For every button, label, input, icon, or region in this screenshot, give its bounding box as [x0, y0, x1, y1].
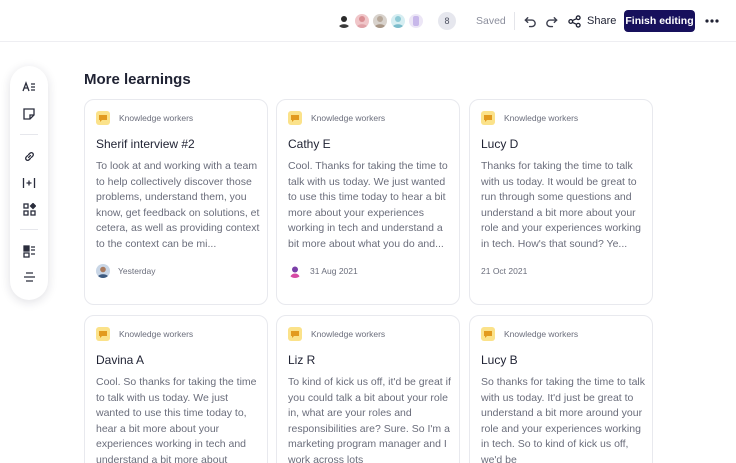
section-title: More learnings	[84, 71, 191, 88]
top-bar: 8 Saved Share Finish editing	[0, 0, 736, 42]
toolbar-divider	[20, 229, 38, 230]
tag-label: Knowledge workers	[119, 329, 194, 339]
card-excerpt: Thanks for taking the time to talk with …	[481, 160, 641, 250]
card-footer: 21 Oct 2021	[481, 263, 527, 279]
card-excerpt: So thanks for taking the time to talk wi…	[481, 376, 646, 463]
divider	[514, 12, 515, 30]
learning-card[interactable]: Knowledge workers Cathy E Cool. Thanks f…	[276, 99, 460, 305]
collaborator-avatar[interactable]	[407, 12, 425, 30]
chat-bubble-icon	[288, 327, 302, 341]
tag-label: Knowledge workers	[119, 113, 194, 123]
share-label: Share	[587, 15, 617, 27]
editor-toolbar	[10, 66, 48, 300]
toolbar-divider	[20, 134, 38, 135]
link-icon[interactable]	[20, 147, 38, 165]
more-options-icon[interactable]	[703, 12, 721, 30]
card-title: Davina A	[96, 353, 145, 367]
tag-label: Knowledge workers	[311, 329, 386, 339]
card-title: Cathy E	[288, 137, 331, 151]
finish-editing-button[interactable]: Finish editing	[624, 10, 695, 32]
tag-label: Knowledge workers	[504, 329, 579, 339]
card-tag: Knowledge workers	[96, 111, 193, 125]
card-title: Lucy B	[481, 353, 518, 367]
tag-label: Knowledge workers	[504, 113, 579, 123]
card-tag: Knowledge workers	[96, 327, 193, 341]
learning-card[interactable]: Knowledge workers Lucy D Thanks for taki…	[469, 99, 653, 305]
card-tag: Knowledge workers	[481, 327, 578, 341]
collaborator-avatar[interactable]	[389, 12, 407, 30]
template-icon[interactable]	[20, 242, 38, 260]
card-date: 21 Oct 2021	[481, 266, 528, 276]
card-tag: Knowledge workers	[288, 111, 385, 125]
chat-bubble-icon	[481, 327, 495, 341]
chat-bubble-icon	[96, 327, 110, 341]
sticky-note-icon[interactable]	[20, 105, 38, 123]
save-status: Saved	[476, 15, 506, 27]
chat-bubble-icon	[481, 111, 495, 125]
undo-icon[interactable]	[521, 12, 539, 30]
card-date: 31 Aug 2021	[310, 266, 358, 276]
extra-collaborators-badge[interactable]: 8	[438, 12, 456, 30]
insert-divider-icon[interactable]	[20, 174, 38, 192]
collaborator-avatar[interactable]	[371, 12, 389, 30]
card-title: Lucy D	[481, 137, 519, 151]
card-excerpt: To kind of kick us off, it'd be great if…	[288, 376, 451, 463]
card-date: Yesterday	[118, 266, 156, 276]
section-divider-icon[interactable]	[20, 268, 38, 286]
collaborator-avatar[interactable]	[353, 12, 371, 30]
card-excerpt: To look at and working with a team to he…	[96, 160, 260, 250]
card-excerpt: Cool. So thanks for taking the time to t…	[96, 376, 257, 463]
share-button[interactable]: Share	[568, 11, 616, 31]
avatar	[96, 264, 110, 278]
avatar	[288, 264, 302, 278]
share-icon	[568, 14, 581, 28]
learning-card[interactable]: Knowledge workers Davina A Cool. So than…	[84, 315, 268, 463]
learning-card[interactable]: Knowledge workers Sherif interview #2 To…	[84, 99, 268, 305]
shapes-icon[interactable]	[20, 200, 38, 218]
card-title: Liz R	[288, 353, 316, 367]
card-tag: Knowledge workers	[481, 111, 578, 125]
card-title: Sherif interview #2	[96, 137, 195, 151]
collaborator-avatar[interactable]	[335, 12, 353, 30]
redo-icon[interactable]	[542, 12, 560, 30]
tag-label: Knowledge workers	[311, 113, 386, 123]
text-style-icon[interactable]	[20, 78, 38, 96]
chat-bubble-icon	[288, 111, 302, 125]
chat-bubble-icon	[96, 111, 110, 125]
card-excerpt: Cool. Thanks for taking the time to talk…	[288, 160, 448, 250]
learning-card[interactable]: Knowledge workers Lucy B So thanks for t…	[469, 315, 653, 463]
learning-card[interactable]: Knowledge workers Liz R To kind of kick …	[276, 315, 460, 463]
card-footer: 31 Aug 2021	[288, 263, 358, 279]
card-footer: Yesterday	[96, 263, 156, 279]
card-tag: Knowledge workers	[288, 327, 385, 341]
